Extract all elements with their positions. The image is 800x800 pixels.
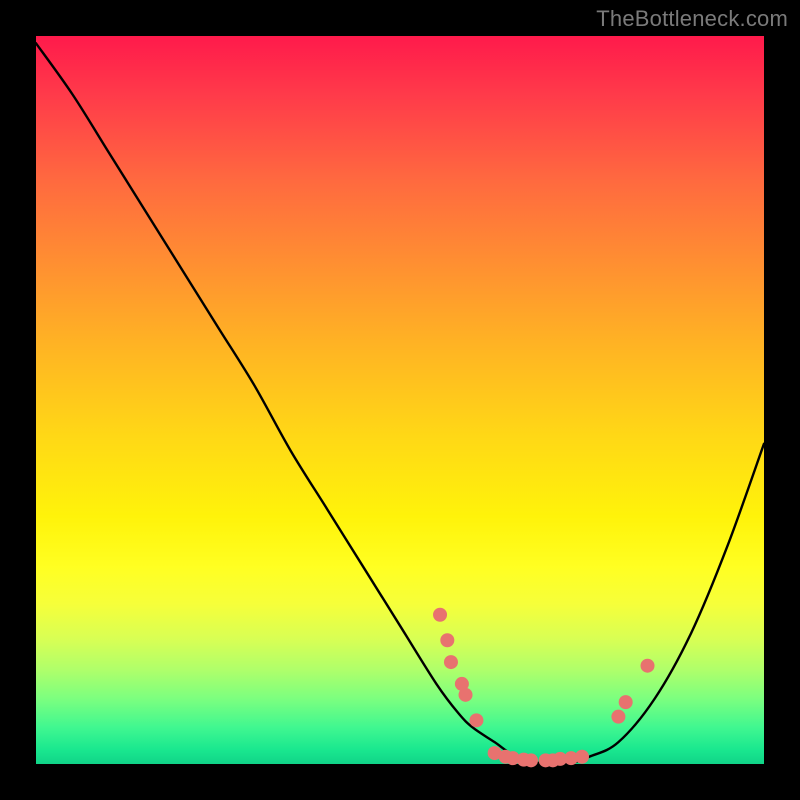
data-point	[611, 710, 625, 724]
data-point	[444, 655, 458, 669]
data-point	[575, 750, 589, 764]
plot-area	[36, 36, 764, 764]
data-points	[433, 608, 654, 768]
data-point	[469, 713, 483, 727]
data-point	[433, 608, 447, 622]
data-point	[459, 688, 473, 702]
data-point	[524, 753, 538, 767]
bottleneck-curve	[36, 43, 764, 765]
data-point	[641, 659, 655, 673]
data-point	[440, 633, 454, 647]
chart-frame: TheBottleneck.com	[0, 0, 800, 800]
watermark-text: TheBottleneck.com	[596, 6, 788, 32]
curve-svg	[36, 36, 764, 764]
data-point	[619, 695, 633, 709]
